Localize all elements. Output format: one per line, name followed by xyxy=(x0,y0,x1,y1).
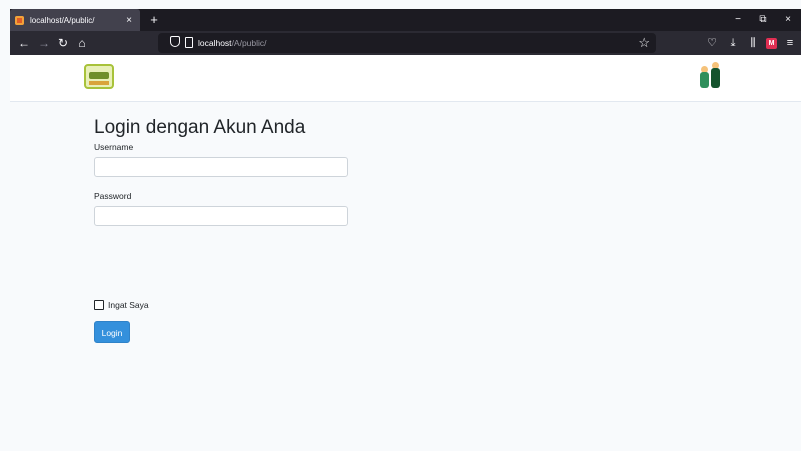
username-input[interactable] xyxy=(94,157,348,177)
partner-logo xyxy=(698,62,724,91)
extension-icon[interactable]: M xyxy=(766,38,777,49)
logo-figure-body xyxy=(700,72,709,88)
app-menu-icon[interactable]: ≡ xyxy=(782,35,798,51)
tracking-shield-icon[interactable] xyxy=(170,36,180,47)
bookmark-star-icon[interactable]: ☆ xyxy=(638,34,650,51)
site-logo[interactable] xyxy=(84,64,114,89)
browser-tab[interactable]: localhost/A/public/ × xyxy=(10,9,140,31)
tab-close-button[interactable]: × xyxy=(122,15,136,26)
remember-me-label[interactable]: Ingat Saya xyxy=(108,299,149,311)
url-text[interactable]: localhost/A/public/ xyxy=(198,37,267,49)
browser-nav-bar: ← → ↻ ⌂ localhost/A/public/ ☆ ♡ ⤓ ⫼ M ≡ xyxy=(10,31,801,55)
remember-me-checkbox[interactable] xyxy=(94,300,104,310)
remember-me-row: Ingat Saya xyxy=(94,299,149,311)
page-content: Login dengan Akun Anda Username Password… xyxy=(10,55,801,451)
library-icon[interactable]: ⫼ xyxy=(745,35,761,51)
forward-button[interactable]: → xyxy=(36,35,52,51)
site-favicon-icon xyxy=(15,15,24,25)
site-header xyxy=(10,55,801,102)
back-button[interactable]: ← xyxy=(16,35,32,51)
logo-band xyxy=(89,72,109,79)
browser-tab-strip: localhost/A/public/ × + − ⧉ × xyxy=(10,9,801,31)
tab-title: localhost/A/public/ xyxy=(30,15,95,25)
login-heading: Login dengan Akun Anda xyxy=(94,117,306,138)
password-input[interactable] xyxy=(94,206,348,226)
page-info-icon[interactable] xyxy=(185,37,193,48)
pocket-icon[interactable]: ♡ xyxy=(704,35,720,51)
logo-base xyxy=(89,81,109,85)
url-bar[interactable]: localhost/A/public/ ☆ xyxy=(158,33,656,53)
restore-button[interactable]: ⧉ xyxy=(756,12,770,27)
url-host: localhost xyxy=(198,38,232,48)
url-path: /A/public/ xyxy=(231,38,267,48)
minimize-button[interactable]: − xyxy=(731,12,745,27)
new-tab-button[interactable]: + xyxy=(146,11,162,28)
home-button[interactable]: ⌂ xyxy=(74,35,90,51)
close-window-button[interactable]: × xyxy=(781,12,795,27)
reload-button[interactable]: ↻ xyxy=(55,35,71,51)
password-label: Password xyxy=(94,191,132,201)
login-button[interactable]: Login xyxy=(94,321,130,343)
username-label: Username xyxy=(94,142,134,152)
logo-figure-body xyxy=(711,68,720,88)
downloads-icon[interactable]: ⤓ xyxy=(725,35,741,51)
